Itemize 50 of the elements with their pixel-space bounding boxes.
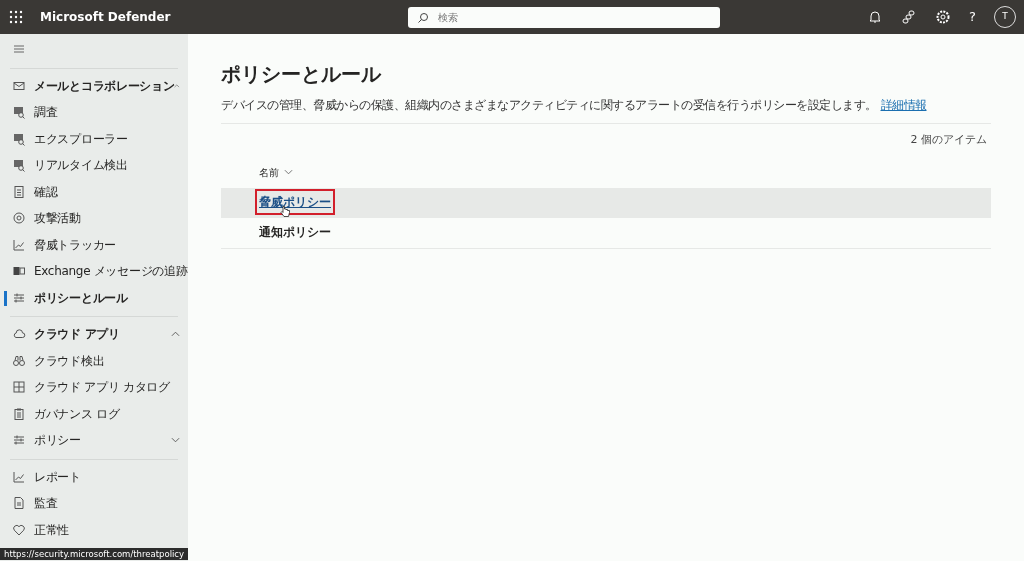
nav-item[interactable]: レポート: [34, 467, 81, 486]
binoculars-icon: [12, 353, 26, 368]
policy-name[interactable]: 通知ポリシー: [259, 223, 331, 242]
search-icon: [416, 11, 429, 24]
investigation-icon: [12, 131, 26, 146]
table-row[interactable]: 通知ポリシー: [221, 217, 991, 248]
chevron-down-icon[interactable]: [171, 437, 180, 444]
audit-report-icon: [12, 496, 26, 511]
description-text: デバイスの管理、脅威からの保護、組織内のさまざまなアクティビティに関するアラートの受信を行うポリシーを設定します。: [221, 98, 877, 112]
page-title: ポリシーとルール: [221, 62, 383, 86]
nav-item[interactable]: リアルタイム検出: [34, 156, 128, 175]
chart-icon: [12, 237, 26, 252]
app-launcher-icon[interactable]: [8, 9, 24, 25]
nav-item[interactable]: ポリシー: [34, 431, 81, 450]
heart-icon: [12, 522, 26, 537]
nav-item[interactable]: エクスプローラー: [34, 129, 128, 148]
nav-item[interactable]: クラウド アプリ カタログ: [34, 378, 170, 397]
chart-icon: [12, 469, 26, 484]
nav-item[interactable]: ガバナンス ログ: [34, 404, 120, 423]
item-count: 2 個のアイテム: [910, 133, 987, 147]
chevron-up-icon[interactable]: [174, 82, 180, 89]
help-button[interactable]: ?: [969, 7, 976, 27]
document-icon: [12, 184, 26, 199]
nav-item[interactable]: クラウド検出: [34, 351, 105, 370]
grid-icon: [12, 380, 26, 395]
chevron-up-icon[interactable]: [171, 331, 180, 338]
target-icon: [12, 211, 26, 226]
sliders-icon: [12, 433, 26, 448]
nav-item[interactable]: 脅威トラッカー: [34, 235, 116, 254]
column-header[interactable]: 名前: [259, 164, 279, 180]
nav-item[interactable]: 確認: [34, 182, 58, 201]
links-icon[interactable]: [901, 9, 918, 25]
status-url-tooltip: https://security.microsoft.com/threatpolicy: [0, 547, 189, 560]
investigation-icon: [12, 158, 26, 173]
selected-row[interactable]: 脅威ポリシー: [221, 187, 991, 218]
nav-item[interactable]: 監査: [34, 494, 58, 513]
settings-icon[interactable]: [935, 9, 952, 25]
nav-item[interactable]: Exchange メッセージの追跡: [34, 262, 188, 281]
clipboard-icon: [12, 406, 26, 421]
nav-item[interactable]: 調査: [34, 103, 58, 122]
investigation-icon: [12, 105, 26, 120]
collapse-section-header[interactable]: クラウド アプリ: [34, 325, 120, 344]
nav-item[interactable]: 正常性: [34, 520, 70, 539]
nav-item[interactable]: 攻撃活動: [34, 209, 81, 228]
learn-more-link[interactable]: 詳細情報: [880, 98, 927, 112]
app-title: Microsoft Defender: [40, 9, 171, 26]
search-field[interactable]: 検索: [407, 6, 720, 28]
sort-chevron-icon[interactable]: [284, 169, 293, 176]
nav-item[interactable]: ポリシーとルール: [34, 288, 128, 307]
collapse-section-header[interactable]: メールとコラボレーション: [34, 76, 175, 95]
